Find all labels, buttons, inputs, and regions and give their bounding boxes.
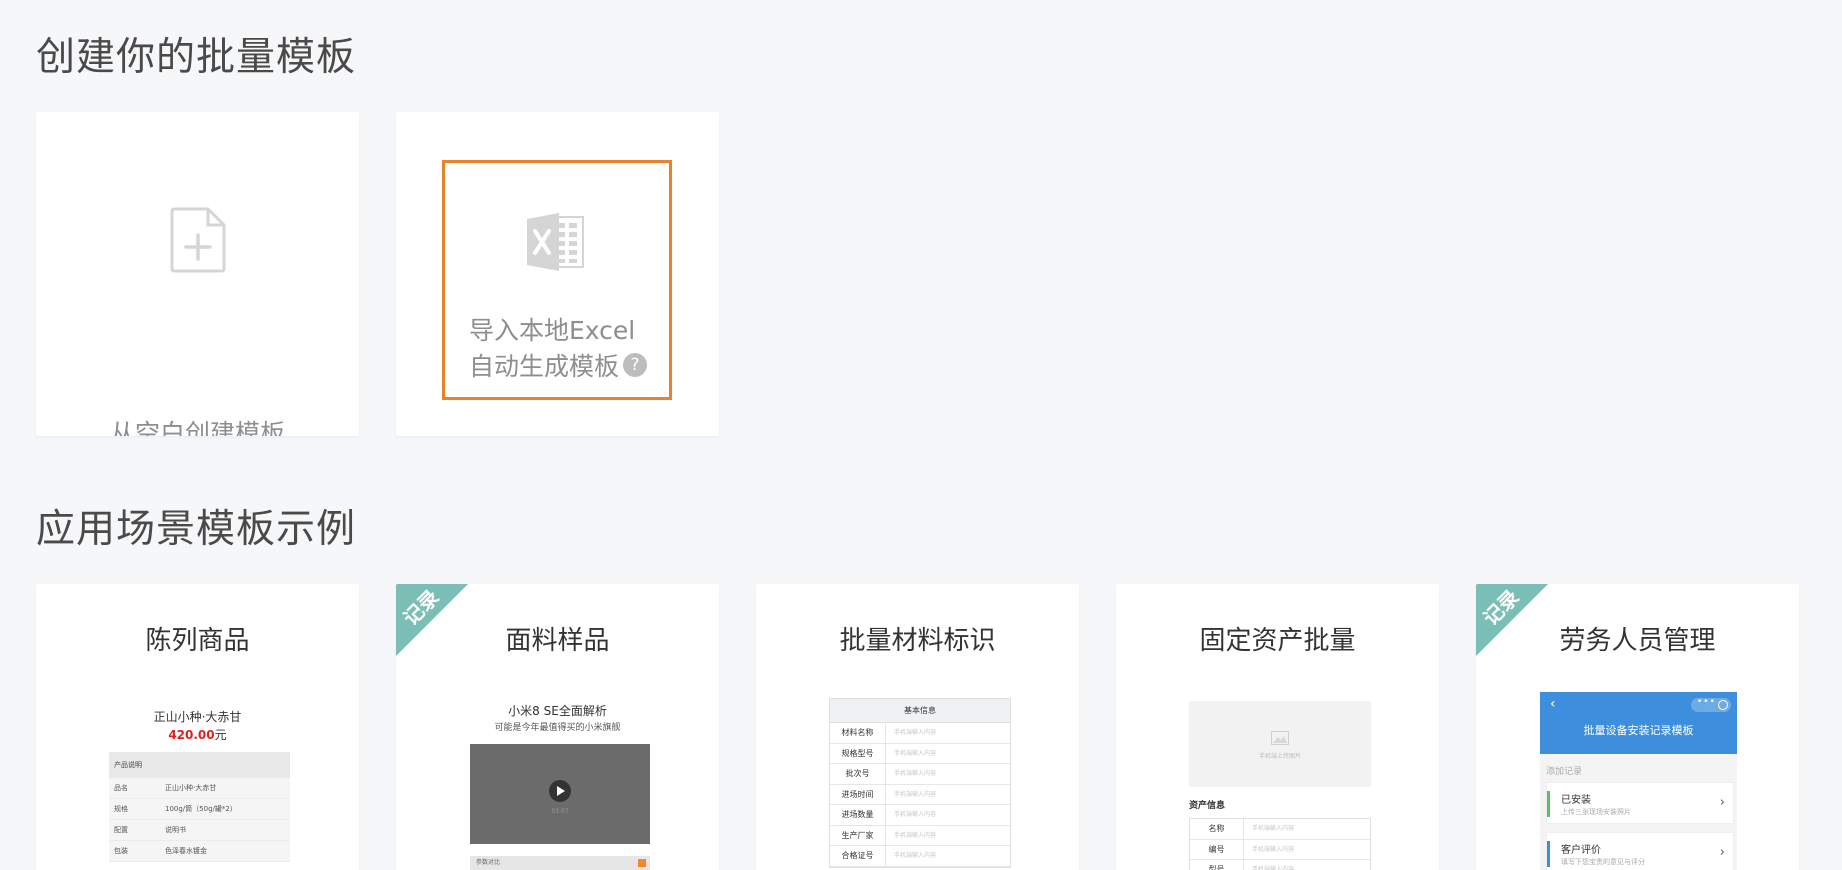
preview-app-header: ‹ ••• 批量设备安装记录模板	[1540, 692, 1737, 754]
expand-icon	[638, 859, 646, 867]
preview-subtitle: 可能是今年最值得买的小米旗舰	[494, 723, 621, 733]
table-row: 品名 正山小种·大赤甘	[109, 778, 290, 799]
scene-card-material-labels[interactable]: 批量材料标识 基本信息 材料名称 手机端输入内容 规格型号 手机端输入内容 批次号手…	[756, 584, 1079, 870]
miniapp-capsule: •••	[1691, 697, 1731, 712]
back-icon: ‹	[1550, 696, 1556, 712]
preview-headline: 小米8 SE全面解析	[508, 704, 607, 718]
image-placeholder-text: 手机端上传图片	[1258, 753, 1301, 760]
preview-video: 03:07	[470, 744, 650, 844]
table-row: 材料名称 手机端输入内容	[830, 723, 1010, 744]
create-blank-template-card[interactable]: 从空白创建模板	[36, 112, 359, 436]
help-icon[interactable]: ?	[623, 353, 648, 377]
close-circle-icon	[1718, 700, 1728, 710]
create-blank-label: 从空白创建模板	[109, 419, 285, 436]
preview-add-record: 添加记录	[1546, 767, 1583, 777]
preview-form-table: 基本信息 材料名称 手机端输入内容 规格型号 手机端输入内容 批次号 手机端输入内容 …	[829, 698, 1011, 868]
scene-title: 固定资产批量	[1199, 626, 1356, 656]
preview-table-head: 基本信息	[830, 699, 1010, 723]
import-excel-line2-text: 自动生成模板	[469, 352, 620, 381]
list-item: 客户评价 填写下您宝贵的意见与评分 ›	[1546, 832, 1734, 870]
play-icon	[549, 780, 571, 802]
table-row: 规格型号 手机端输入内容	[830, 743, 1010, 764]
scene-title: 陈列商品	[145, 626, 250, 656]
section-title-examples: 应用场景模板示例	[36, 507, 357, 552]
price-value: 420.00	[168, 728, 215, 742]
preview-product-name: 正山小种·大赤甘	[153, 710, 242, 724]
scene-card-fixed-assets[interactable]: 固定资产批量 手机端上传图片 资产信息 名称 手机端输入内容 编号 手机端输入内容 …	[1116, 584, 1439, 870]
table-row: 包装 色泽春水镀金	[109, 841, 290, 862]
excel-icon	[527, 213, 584, 271]
import-excel-card[interactable]: 导入本地Excel 自动生成模板 ?	[396, 112, 719, 436]
scene-card-labor-management[interactable]: 记录 劳务人员管理 ‹ ••• 批量设备安装记录模板 添加记录 已安装 上传三张…	[1476, 584, 1799, 870]
table-row: 进场时间 手机端输入内容	[830, 784, 1010, 805]
scene-card-display-goods[interactable]: 陈列商品 正山小种·大赤甘 420.00元 产品说明 品名 正山小种·大赤甘 规格…	[36, 584, 359, 870]
table-row: 进场数量 手机端输入内容	[830, 805, 1010, 826]
import-excel-highlight[interactable]: 导入本地Excel 自动生成模板 ?	[442, 160, 672, 400]
image-icon	[1271, 731, 1289, 745]
preview-image-placeholder: 手机端上传图片	[1189, 701, 1371, 787]
chevron-right-icon: ›	[1719, 795, 1725, 810]
table-row: 生产厂家 手机端输入内容	[830, 825, 1010, 846]
table-row: 名称 手机端输入内容	[1190, 819, 1370, 840]
list-item: 已安装 上传三张现场安装照片 ›	[1546, 782, 1734, 824]
import-excel-line1: 导入本地Excel	[469, 316, 636, 345]
table-row: 批次号 手机端输入内容	[830, 764, 1010, 785]
file-add-icon	[170, 207, 226, 273]
price-unit: 元	[214, 728, 227, 742]
import-excel-line2: 自动生成模板 ?	[469, 347, 648, 383]
preview-form-table: 名称 手机端输入内容 编号 手机端输入内容 型号 手机端输入内容	[1189, 818, 1371, 870]
preview-table-head: 产品说明	[109, 752, 290, 778]
preview-section-bar: 参数对比	[470, 856, 650, 870]
preview-spec-table: 产品说明 品名 正山小种·大赤甘 规格 100g/筒（50g/罐*2） 配置 说明书 …	[109, 752, 290, 862]
section-title-create: 创建你的批量模板	[36, 35, 357, 80]
more-icon: •••	[1697, 697, 1716, 707]
table-row: 型号 手机端输入内容	[1190, 860, 1370, 870]
table-row: 规格 100g/筒（50g/罐*2）	[109, 799, 290, 820]
chevron-right-icon: ›	[1719, 845, 1725, 860]
table-row: 编号 手机端输入内容	[1190, 839, 1370, 860]
scene-title: 面料样品	[505, 626, 610, 656]
table-row: 配置 说明书	[109, 820, 290, 841]
scene-title: 批量材料标识	[839, 626, 996, 656]
preview-price: 420.00元	[36, 726, 359, 743]
preview-section-label: 资产信息	[1189, 801, 1226, 811]
scene-title: 劳务人员管理	[1559, 626, 1716, 656]
video-duration: 03:07	[551, 808, 569, 815]
scene-card-fabric-samples[interactable]: 记录 面料样品 小米8 SE全面解析 可能是今年最值得买的小米旗舰 03:07 …	[396, 584, 719, 870]
preview-header-title: 批量设备安装记录模板	[1583, 724, 1694, 737]
table-row: 合格证号 手机端输入内容	[830, 846, 1010, 867]
